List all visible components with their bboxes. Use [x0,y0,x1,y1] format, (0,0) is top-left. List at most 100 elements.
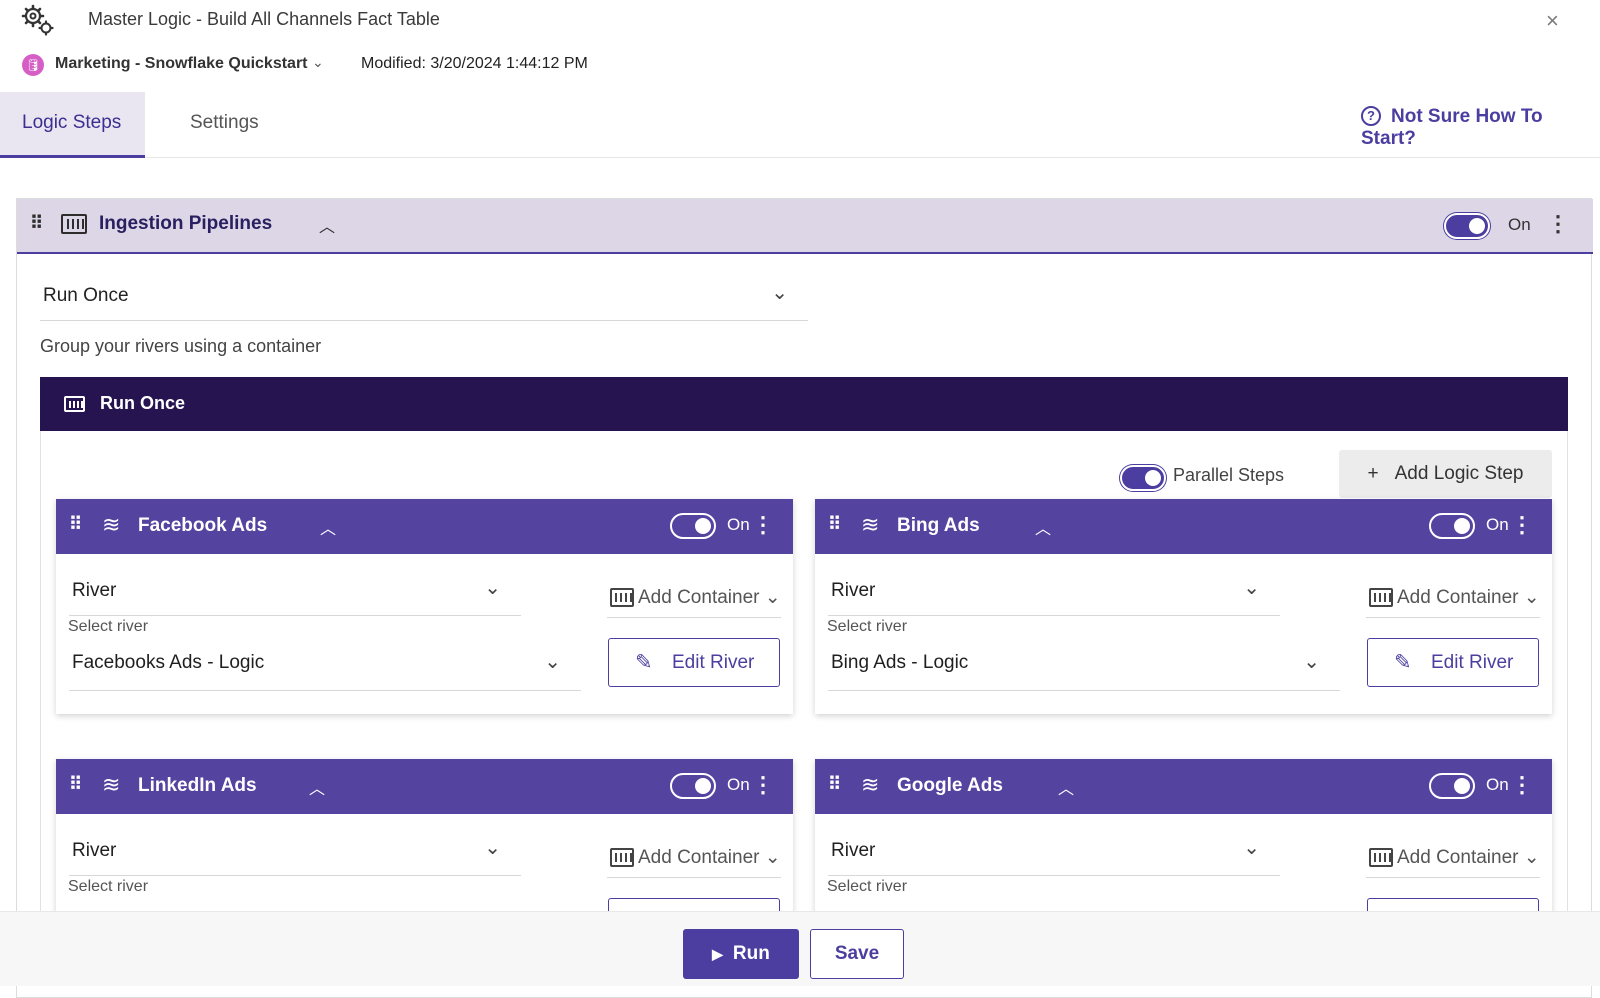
river-card-title: LinkedIn Ads [138,775,257,796]
river-card-title: Google Ads [897,775,1003,796]
add-container-label: Add Container ⌄ [638,587,781,608]
pencil-icon: ✎ [1394,651,1412,674]
add-logic-step-button[interactable]: + Add Logic Step [1339,450,1552,498]
river-card-title: Facebook Ads [138,515,268,536]
help-label: Not Sure How To Start? [1361,106,1543,149]
close-icon[interactable]: × [1546,8,1559,34]
river-card: ⠿ ≋ Facebook Ads ︿ On ⋮ River ⌄ Add Conta… [56,499,793,714]
step-type-select[interactable]: River ⌄ [69,816,521,876]
step-type-value: River [831,580,876,601]
river-value: Bing Ads - Logic [831,652,969,673]
river-toggle[interactable] [1429,773,1475,799]
chevron-up-icon[interactable]: ︿ [320,515,336,539]
river-icon: ≋ [861,772,880,797]
toggle-state-label: On [1486,775,1509,794]
run-once-container-header: Run Once [40,377,1568,431]
add-logic-step-label: Add Logic Step [1394,463,1524,484]
drag-handle-icon[interactable]: ⠿ [828,774,841,795]
container-icon [610,588,634,607]
river-icon: ≋ [102,512,121,537]
river-card: ⠿ ≋ Bing Ads ︿ On ⋮ River ⌄ Add Container… [815,499,1552,714]
more-options-icon[interactable]: ⋮ [1547,213,1569,235]
river-toggle[interactable] [670,773,716,799]
run-mode-select[interactable]: Run Once ⌄ [40,276,808,321]
river-card-header: ⠿ ≋ Facebook Ads ︿ On ⋮ [56,499,793,554]
play-icon: ▶ [712,946,723,962]
more-options-icon[interactable]: ⋮ [1511,774,1533,796]
river-card-header: ⠿ ≋ Google Ads ︿ On ⋮ [815,759,1552,814]
add-container-dropdown[interactable]: Add Container ⌄ [607,556,781,618]
step-type-select[interactable]: River ⌄ [828,556,1280,616]
group-hint: Group your rivers using a container [40,336,322,356]
environment-row: 🛢 Marketing - Snowflake Quickstart ⌄ Mod… [0,50,1600,80]
run-button[interactable]: ▶ Run [683,929,799,979]
help-link[interactable]: ? Not Sure How To Start? [1361,106,1600,150]
parallel-steps-label: Parallel Steps [1173,465,1285,485]
tab-logic-steps[interactable]: Logic Steps [0,92,145,158]
drag-handle-icon[interactable]: ⠿ [30,213,43,234]
run-mode-value: Run Once [43,285,129,306]
chevron-up-icon[interactable]: ︿ [1035,515,1051,539]
drag-handle-icon[interactable]: ⠿ [69,774,82,795]
container-icon [1369,588,1393,607]
save-button[interactable]: Save [810,929,904,979]
edit-river-button[interactable]: ✎ Edit River [1367,638,1539,687]
ingestion-header: ⠿ Ingestion Pipelines ︿ On ⋮ [17,199,1593,254]
gears-icon [21,4,54,36]
step-type-value: River [72,580,117,601]
footer-bar: ▶ Run Save [0,911,1600,986]
more-options-icon[interactable]: ⋮ [752,514,774,536]
river-icon: ≋ [102,772,121,797]
more-options-icon[interactable]: ⋮ [1511,514,1533,536]
edit-river-label: Edit River [1431,652,1514,673]
chevron-down-icon: ⌄ [544,651,561,673]
chevron-down-icon: ⌄ [484,577,501,599]
chevron-down-icon: ⌄ [771,282,788,304]
river-select[interactable]: Bing Ads - Logic ⌄ [828,635,1340,691]
container-icon [61,214,87,234]
river-select[interactable]: Facebooks Ads - Logic ⌄ [69,635,581,691]
run-once-title: Run Once [100,393,186,413]
chevron-up-icon[interactable]: ︿ [319,213,335,237]
question-icon: ? [1361,106,1381,126]
tab-settings[interactable]: Settings [168,92,281,158]
ingestion-title: Ingestion Pipelines [99,213,273,234]
chevron-down-icon: ⌄ [484,837,501,859]
add-container-label: Add Container ⌄ [638,847,781,868]
add-container-label: Add Container ⌄ [1397,587,1540,608]
parallel-steps-toggle[interactable] [1120,465,1166,491]
chevron-up-icon[interactable]: ︿ [1058,775,1074,799]
edit-river-button[interactable]: ✎ Edit River [608,638,780,687]
chevron-up-icon[interactable]: ︿ [309,775,325,799]
ingestion-toggle[interactable] [1444,213,1490,239]
drag-handle-icon[interactable]: ⠿ [69,514,82,535]
step-type-select[interactable]: River ⌄ [69,556,521,616]
river-toggle[interactable] [670,513,716,539]
toggle-state-label: On [1508,215,1531,234]
chevron-down-icon[interactable]: ⌄ [312,54,324,71]
toggle-state-label: On [727,775,750,794]
chevron-down-icon: ⌄ [1303,651,1320,673]
chevron-down-icon: ⌄ [1243,577,1260,599]
select-river-label: Select river [68,618,149,635]
add-container-dropdown[interactable]: Add Container ⌄ [1366,556,1540,618]
step-type-value: River [72,840,117,861]
environment-name[interactable]: Marketing - Snowflake Quickstart [55,55,308,73]
step-type-select[interactable]: River ⌄ [828,816,1280,876]
modified-timestamp: Modified: 3/20/2024 1:44:12 PM [361,55,588,72]
select-river-label: Select river [827,878,908,895]
pencil-icon: ✎ [635,651,653,674]
toggle-state-label: On [727,515,750,534]
more-options-icon[interactable]: ⋮ [752,774,774,796]
plus-icon: + [1367,463,1379,484]
river-icon: ≋ [861,512,880,537]
river-card-header: ⠿ ≋ Bing Ads ︿ On ⋮ [815,499,1552,554]
add-container-dropdown[interactable]: Add Container ⌄ [1366,816,1540,878]
container-icon [1369,848,1393,867]
river-card-header: ⠿ ≋ LinkedIn Ads ︿ On ⋮ [56,759,793,814]
add-container-dropdown[interactable]: Add Container ⌄ [607,816,781,878]
river-toggle[interactable] [1429,513,1475,539]
drag-handle-icon[interactable]: ⠿ [828,514,841,535]
add-container-label: Add Container ⌄ [1397,847,1540,868]
window-title: Master Logic - Build All Channels Fact T… [88,9,440,29]
